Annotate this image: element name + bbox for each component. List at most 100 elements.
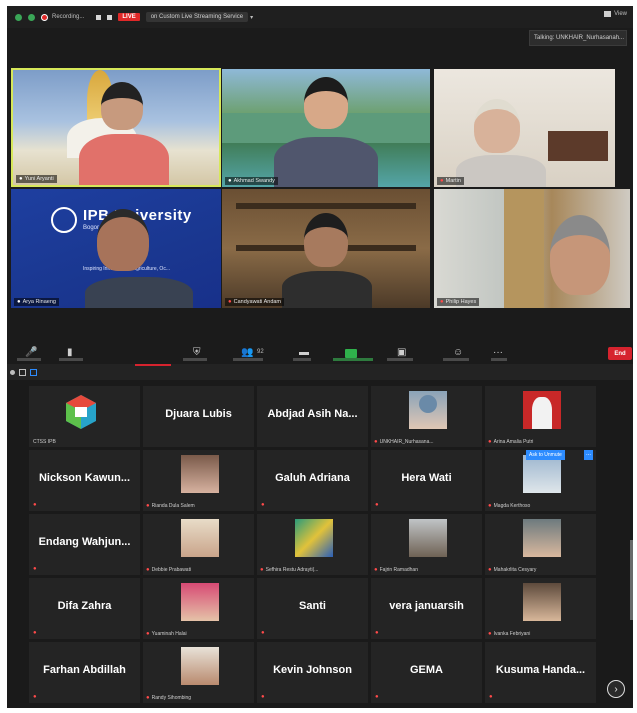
mic-muted-icon: ● xyxy=(374,439,378,445)
gallery-top-bar xyxy=(7,364,633,380)
mic-muted-icon: ● xyxy=(261,502,265,508)
mic-muted-icon: ● xyxy=(228,299,232,305)
toolbar-label-bar xyxy=(443,358,469,361)
participant-tile[interactable]: ● Yuaminah Halai xyxy=(143,578,254,639)
person-shape xyxy=(532,397,552,429)
participant-tile[interactable]: Difa Zahra ● xyxy=(29,578,140,639)
reactions-icon[interactable]: ☺ xyxy=(453,347,463,358)
participant-name: Debbie Prabawati xyxy=(151,567,192,573)
close-window-icon[interactable] xyxy=(10,369,15,375)
scrollbar[interactable] xyxy=(630,540,633,620)
speaker-name: Arya Rinaeng xyxy=(22,299,56,305)
participant-tile[interactable]: GEMA ● xyxy=(371,642,482,703)
participant-tile[interactable]: Santi ● xyxy=(257,578,368,639)
participant-photo xyxy=(523,455,561,493)
participant-name: Yuaminah Halai xyxy=(151,631,187,637)
speaker-name-tag: ● Candyawati Andam xyxy=(225,298,285,306)
talking-indicator: Talking: UNKHAIR_Nurhasanah... xyxy=(529,30,627,46)
meeting-toolbar xyxy=(7,342,633,364)
mic-muted-icon: ● xyxy=(374,567,378,573)
ask-to-unmute-button[interactable]: Ask to Unmute xyxy=(526,450,565,460)
participant-tile[interactable]: ● UNKHAIR_Nurhasana... xyxy=(371,386,482,447)
mic-icon[interactable]: 🎤 xyxy=(25,347,37,358)
participant-tile[interactable]: CTSS IPB xyxy=(29,386,140,447)
speaker-name: Yuni Aryanti xyxy=(24,176,54,182)
mic-icon: ● xyxy=(17,299,21,305)
participant-tile[interactable]: Kusuma Handa... ● xyxy=(485,642,596,703)
participant-head xyxy=(550,215,610,295)
meeting-window: Recording... LIVE on Custom Live Streami… xyxy=(7,6,633,364)
shield-icon[interactable] xyxy=(28,13,35,21)
curtain-shape xyxy=(504,189,544,308)
mic-muted-icon: ● xyxy=(488,439,492,445)
participant-tile[interactable]: Galuh Adriana ● xyxy=(257,450,368,511)
red-progress-strip xyxy=(135,364,171,366)
video-tile[interactable]: ● Akhmad Swandy xyxy=(222,69,430,187)
next-page-button[interactable]: › xyxy=(607,680,625,698)
live-stream-dropdown[interactable]: on Custom Live Streaming Service xyxy=(145,12,249,22)
participant-tile[interactable]: ● Mahakrlita Cesyary xyxy=(485,514,596,575)
participant-name: Arina Amalia Putri xyxy=(493,439,534,445)
participants-icon[interactable]: 👥 xyxy=(241,347,253,358)
record-icon[interactable]: ▣ xyxy=(397,347,406,358)
participant-tile[interactable]: Abdjad Asih Na... xyxy=(257,386,368,447)
participant-photo xyxy=(181,519,219,557)
video-camera-icon[interactable]: ▮ xyxy=(67,347,73,358)
video-tile[interactable]: ● Martin xyxy=(434,69,615,187)
participant-tile[interactable]: ● Arina Amalia Putri xyxy=(485,386,596,447)
info-icon[interactable] xyxy=(15,13,22,21)
mic-muted-icon: ● xyxy=(261,630,265,636)
mic-muted-icon: ● xyxy=(260,567,264,573)
video-tile[interactable]: IPB University Bogor Indonesia Inspiring… xyxy=(11,189,221,308)
speaker-name: Candyawati Andam xyxy=(233,299,282,305)
participant-photo xyxy=(181,583,219,621)
stop-recording-icon[interactable] xyxy=(107,14,113,20)
video-tile[interactable]: ● Candyawati Andam xyxy=(222,189,430,308)
participant-tile[interactable]: Endang Wahjun... ● xyxy=(29,514,140,575)
view-label: View xyxy=(614,11,627,17)
participant-tile[interactable]: ● Randy Sihombing xyxy=(143,642,254,703)
participant-photo xyxy=(523,519,561,557)
mic-muted-icon: ● xyxy=(440,178,444,184)
recording-indicator: Recording... xyxy=(41,13,85,21)
participant-tile[interactable]: ● Ivanka Febriyani xyxy=(485,578,596,639)
participant-tile[interactable]: ● Fajrin Ramadhan xyxy=(371,514,482,575)
participant-photo xyxy=(523,583,561,621)
participant-tile[interactable]: ● Rianda Dula Salem xyxy=(143,450,254,511)
participant-name: Fajrin Ramadhan xyxy=(379,567,418,573)
mic-muted-icon: ● xyxy=(489,694,493,700)
participant-tile[interactable]: vera januarsih ● xyxy=(371,578,482,639)
participant-head xyxy=(101,82,143,130)
participant-body xyxy=(456,155,546,187)
pause-recording-icon[interactable] xyxy=(96,14,102,20)
mic-muted-icon: ● xyxy=(488,567,492,573)
recording-label: Recording... xyxy=(52,14,85,20)
chat-icon[interactable]: ▬ xyxy=(299,347,309,358)
more-options-button[interactable]: ... xyxy=(584,450,593,460)
participant-tile[interactable]: ● Debbie Prabawati xyxy=(143,514,254,575)
security-icon[interactable]: ⛨ xyxy=(193,347,201,358)
participant-label: ● UNKHAIR_Nurhasana... xyxy=(374,439,434,445)
gallery-window: CTSS IPB Djuara Lubis Abdjad Asih Na... … xyxy=(7,364,633,708)
participant-tile[interactable]: Djuara Lubis xyxy=(143,386,254,447)
participant-label: ● Sefhira Restu Adrayti(... xyxy=(260,567,318,573)
participant-body xyxy=(274,137,378,187)
participant-tile[interactable]: Nickson Kawun... ● xyxy=(29,450,140,511)
participant-photo xyxy=(409,391,447,429)
more-icon[interactable]: ··· xyxy=(493,347,503,358)
share-screen-icon[interactable] xyxy=(345,349,357,358)
toolbar-label-bar xyxy=(233,358,263,361)
speaker-name-tag: ● Arya Rinaeng xyxy=(14,298,59,306)
speaker-name: Martin xyxy=(445,178,461,184)
list-view-icon[interactable] xyxy=(19,368,26,376)
video-tile[interactable]: ● Yuni Aryanti xyxy=(11,68,221,187)
grid-view-icon[interactable] xyxy=(30,368,37,376)
participant-tile[interactable]: Farhan Abdillah ● xyxy=(29,642,140,703)
video-tile[interactable]: ● Philip Hayes xyxy=(434,189,630,308)
participant-tile[interactable]: Hera Wati ● xyxy=(371,450,482,511)
mic-muted-icon: ● xyxy=(375,630,379,636)
end-meeting-button[interactable]: End xyxy=(608,347,632,360)
participant-tile[interactable]: ● Sefhira Restu Adrayti(... xyxy=(257,514,368,575)
participant-tile[interactable]: Kevin Johnson ● xyxy=(257,642,368,703)
view-button[interactable]: View xyxy=(604,11,627,17)
